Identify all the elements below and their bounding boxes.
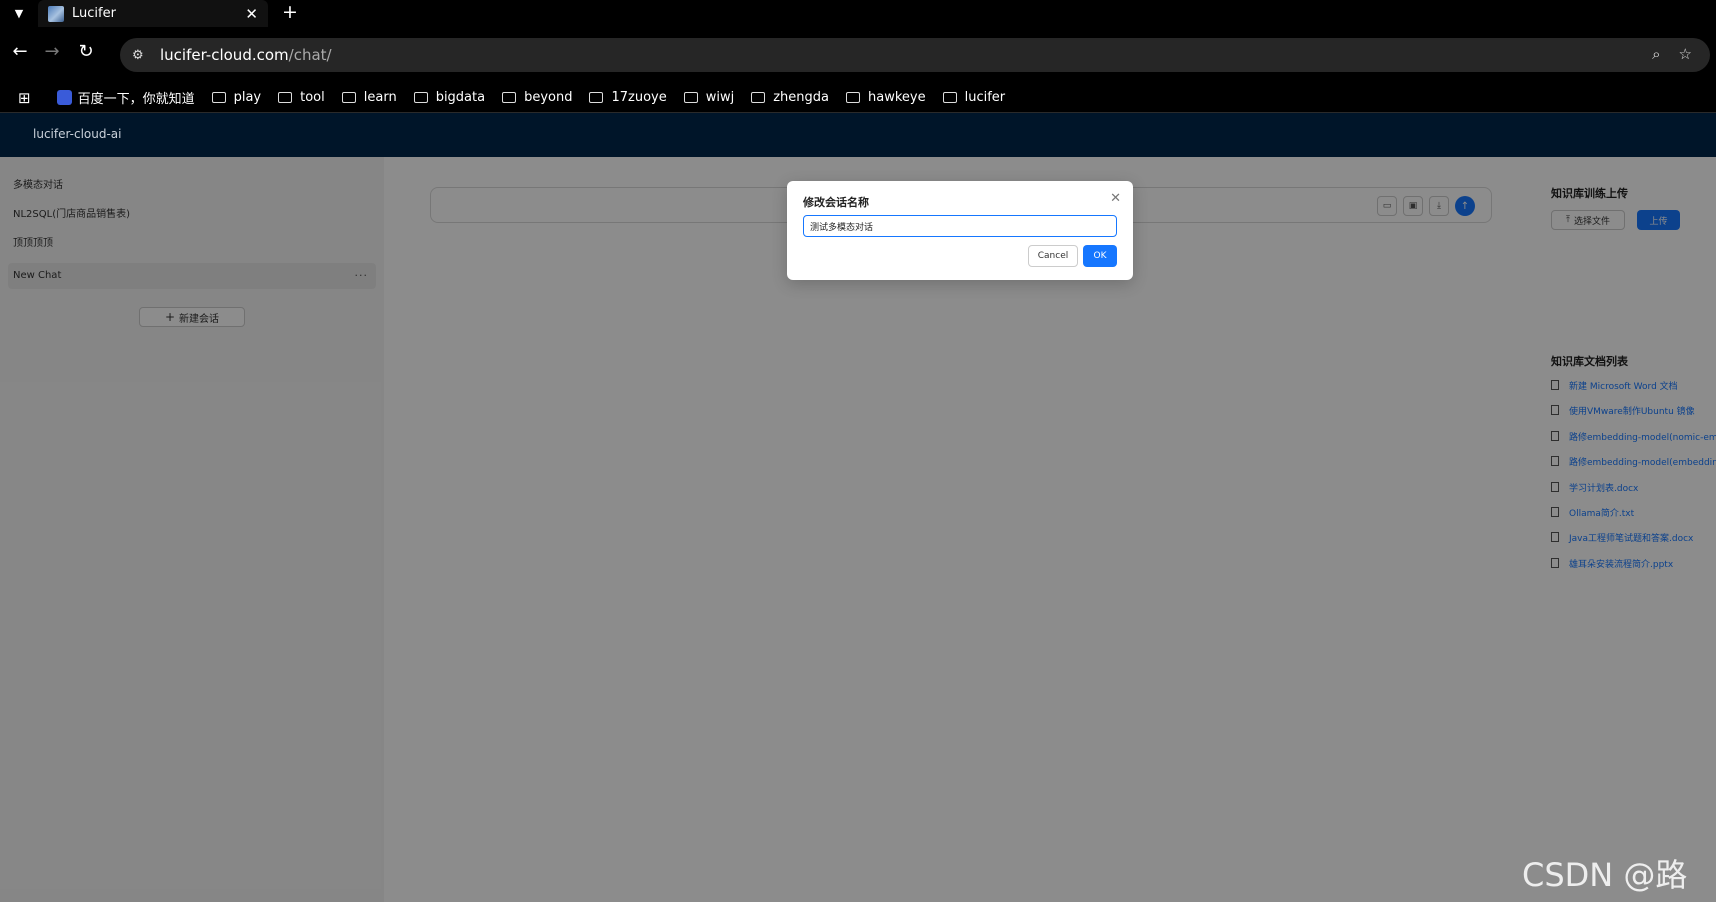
bookmark-tool[interactable]: tool — [278, 90, 325, 105]
browser-tab[interactable]: Lucifer ✕ — [38, 0, 268, 27]
folder-icon — [942, 92, 957, 103]
cancel-button[interactable]: Cancel — [1028, 245, 1078, 267]
forward-arrow-icon[interactable]: → — [40, 41, 64, 62]
new-tab-button[interactable]: + — [282, 1, 298, 23]
bookmark-play[interactable]: play — [211, 90, 261, 105]
site-info-icon[interactable]: ⚙ — [132, 48, 156, 63]
folder-icon — [751, 92, 766, 103]
baidu-icon — [56, 90, 72, 105]
bookmark-lucifer[interactable]: lucifer — [942, 90, 1005, 105]
close-icon[interactable]: ✕ — [1110, 191, 1121, 206]
ok-button[interactable]: OK — [1083, 245, 1117, 267]
app-brand[interactable]: lucifer-cloud-ai — [33, 127, 122, 141]
bookmark-baidu[interactable]: 百度一下，你就知道 — [56, 88, 195, 107]
zoom-icon[interactable]: ⌕ — [1652, 45, 1660, 63]
rename-dialog: 修改会话名称 ✕ Cancel OK — [787, 181, 1133, 280]
bookmark-bigdata[interactable]: bigdata — [413, 90, 485, 105]
bookmark-learn[interactable]: learn — [341, 90, 397, 105]
bookmark-star-icon[interactable]: ☆ — [1679, 45, 1692, 63]
bookmarks-bar: ⊞ 百度一下，你就知道 play tool learn bigdata beyo… — [0, 83, 1716, 113]
folder-icon — [278, 92, 293, 103]
bookmark-hawkeye[interactable]: hawkeye — [846, 90, 926, 105]
browser-tab-bar: ▼ Lucifer ✕ + — [0, 0, 1716, 27]
folder-icon — [211, 92, 226, 103]
watermark: CSDN @路修 — [1522, 856, 1688, 894]
url-text: lucifer-cloud.com/chat/ — [160, 46, 332, 64]
bookmark-beyond[interactable]: beyond — [502, 90, 572, 105]
folder-icon — [589, 92, 604, 103]
tab-close-icon[interactable]: ✕ — [245, 5, 258, 23]
browser-toolbar: ← → ↻ ⚙ lucifer-cloud.com/chat/ ⌕ ☆ — [0, 27, 1716, 83]
tab-search-chevron-icon[interactable]: ▼ — [6, 3, 32, 23]
app-header: lucifer-cloud-ai — [0, 113, 1716, 157]
back-arrow-icon[interactable]: ← — [8, 41, 32, 62]
conversation-name-input[interactable] — [803, 215, 1117, 237]
tab-title: Lucifer — [72, 6, 116, 21]
address-bar[interactable]: ⚙ lucifer-cloud.com/chat/ ⌕ ☆ — [120, 38, 1710, 72]
bookmark-17zuoye[interactable]: 17zuoye — [589, 90, 667, 105]
bookmark-wiwj[interactable]: wiwj — [683, 90, 734, 105]
dialog-title: 修改会话名称 — [803, 196, 869, 209]
folder-icon — [683, 92, 698, 103]
bookmark-zhengda[interactable]: zhengda — [751, 90, 829, 105]
folder-icon — [502, 92, 517, 103]
apps-grid-icon[interactable]: ⊞ — [18, 89, 31, 107]
reload-icon[interactable]: ↻ — [74, 41, 98, 62]
folder-icon — [413, 92, 428, 103]
folder-icon — [341, 92, 356, 103]
site-favicon-icon — [48, 5, 64, 22]
folder-icon — [846, 92, 861, 103]
